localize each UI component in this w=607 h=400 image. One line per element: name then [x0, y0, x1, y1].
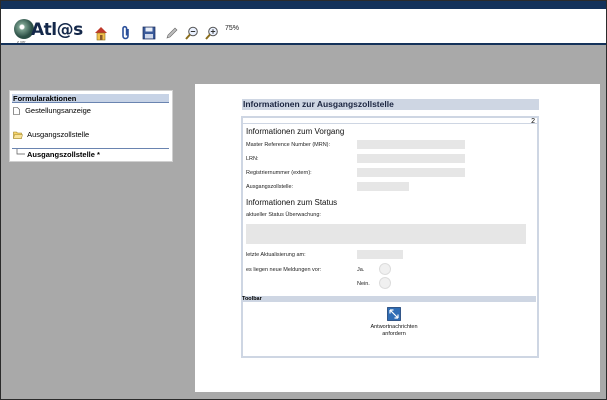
yes-label: Ja.	[357, 267, 365, 273]
page-title: Informationen zur Ausgangszollstelle	[242, 99, 539, 110]
last-update-field[interactable]	[357, 250, 403, 259]
save-icon[interactable]	[141, 25, 157, 41]
zoom-in-icon[interactable]	[204, 25, 220, 41]
button-label-line2: anfordern	[382, 331, 406, 337]
registration-number-field[interactable]	[357, 168, 465, 177]
current-status-label: aktueller Status Überwachung:	[246, 212, 321, 218]
toolbar-section: Toolbar Antwortnachrichten anfordern	[241, 295, 539, 358]
button-label-line1: Antwortnachrichten	[370, 324, 418, 330]
top-bar	[1, 1, 606, 9]
tree-connector-icon	[16, 149, 25, 155]
no-label: Nein.	[357, 281, 370, 287]
divider	[243, 123, 537, 124]
main-toolbar: Atl@s z ver 75%	[1, 9, 606, 45]
lrn-label: LRN:	[246, 156, 259, 162]
document-icon	[13, 107, 20, 115]
registration-number-label: Registriernummer (extern):	[246, 170, 312, 176]
sidebar-item-gestellungsanzeige[interactable]: Gestellungsanzeige	[13, 106, 91, 115]
exit-office-label: Ausgangszollstelle:	[246, 184, 294, 190]
logo-subtitle: z ver	[17, 39, 26, 44]
section-title-vorgang: Informationen zum Vorgang	[246, 127, 345, 136]
selected-item-row[interactable]: Ausgangszollstelle *	[12, 148, 169, 160]
yes-radio[interactable]	[379, 263, 391, 275]
panel-title: Formularaktionen	[12, 94, 169, 103]
new-messages-label: es liegen neue Meldungen vor:	[246, 267, 322, 273]
folder-open-icon	[13, 131, 23, 139]
mrn-label: Master Reference Number (MRN):	[246, 142, 331, 148]
exit-office-field[interactable]	[357, 182, 409, 191]
lrn-field[interactable]	[357, 154, 465, 163]
last-update-label: letzte Aktualisierung am:	[246, 252, 306, 258]
zoom-out-icon[interactable]	[184, 25, 200, 41]
atlas-logo: Atl@s z ver	[14, 19, 83, 45]
zoom-level: 75%	[225, 25, 240, 32]
expand-arrows-icon	[387, 307, 401, 321]
sidebar-item-ausgangszollstelle[interactable]: Ausgangszollstelle	[13, 130, 89, 139]
edit-icon[interactable]	[164, 25, 180, 41]
attachment-icon[interactable]	[118, 25, 134, 41]
request-responses-button[interactable]: Antwortnachrichten anfordern	[365, 307, 423, 347]
home-icon[interactable]	[93, 25, 109, 41]
document-page: Informationen zur Ausgangszollstelle 2 I…	[195, 84, 600, 392]
form-actions-panel: Formularaktionen Gestellungsanzeige Ausg…	[9, 90, 173, 162]
sidebar-item-label: Gestellungsanzeige	[25, 106, 91, 115]
no-radio[interactable]	[379, 277, 391, 289]
toolbar-section-label: Toolbar	[242, 296, 536, 302]
selected-item-label: Ausgangszollstelle *	[27, 150, 100, 159]
logo-text: Atl@s	[31, 20, 83, 40]
section-title-status: Informationen zum Status	[246, 198, 338, 207]
current-status-field[interactable]	[246, 224, 526, 244]
mrn-field[interactable]	[357, 140, 465, 149]
sidebar-item-label: Ausgangszollstelle	[27, 130, 90, 139]
